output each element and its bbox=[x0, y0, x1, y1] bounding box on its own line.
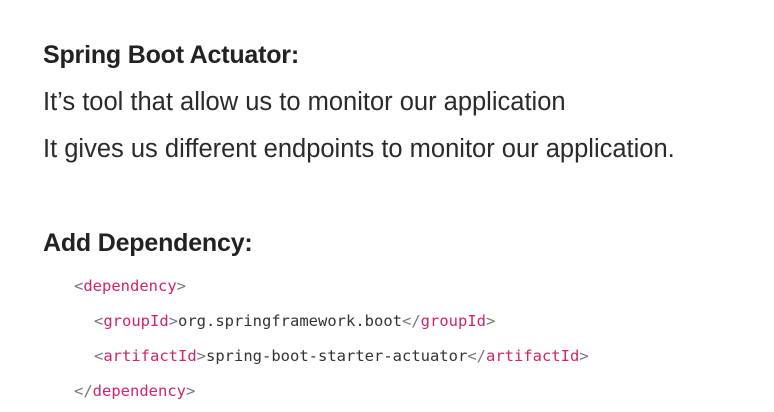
code-tag-dependency-close: dependency bbox=[92, 382, 186, 400]
code-punct: > bbox=[579, 347, 589, 365]
code-punct: > bbox=[168, 312, 179, 330]
code-punct: < bbox=[94, 312, 104, 330]
code-value-artifactid: spring-boot-starter-actuator bbox=[206, 347, 468, 365]
code-tag-groupid: groupId bbox=[103, 312, 169, 330]
code-punct: < bbox=[94, 347, 104, 365]
code-line-artifactid: <artifactId>spring-boot-starter-actuator… bbox=[94, 347, 589, 365]
actuator-description-line-2: It gives us different endpoints to monit… bbox=[43, 135, 675, 163]
code-value-groupid: org.springframework.boot bbox=[178, 312, 402, 330]
add-dependency-heading: Add Dependency: bbox=[43, 229, 253, 257]
code-line-groupid: <groupId>org.springframework.boot</group… bbox=[94, 312, 495, 330]
actuator-heading: Spring Boot Actuator: bbox=[43, 41, 299, 69]
code-line-dependency-close: </dependency> bbox=[74, 382, 195, 400]
actuator-description-line-1: It’s tool that allow us to monitor our a… bbox=[43, 88, 566, 116]
code-punct: > bbox=[196, 347, 207, 365]
code-punct: > bbox=[485, 312, 496, 330]
code-tag-artifactid-close: artifactId bbox=[485, 347, 580, 365]
code-punct: < bbox=[74, 277, 84, 295]
code-punct: </ bbox=[74, 382, 93, 400]
code-punct: </ bbox=[401, 312, 421, 330]
code-punct: > bbox=[186, 382, 196, 400]
code-punct: </ bbox=[467, 347, 486, 365]
code-tag-artifactid: artifactId bbox=[103, 347, 197, 365]
code-line-dependency-open: <dependency> bbox=[74, 277, 186, 295]
code-tag-groupid-close: groupId bbox=[420, 312, 486, 330]
code-tag-dependency: dependency bbox=[83, 277, 177, 295]
code-punct: > bbox=[176, 277, 187, 295]
